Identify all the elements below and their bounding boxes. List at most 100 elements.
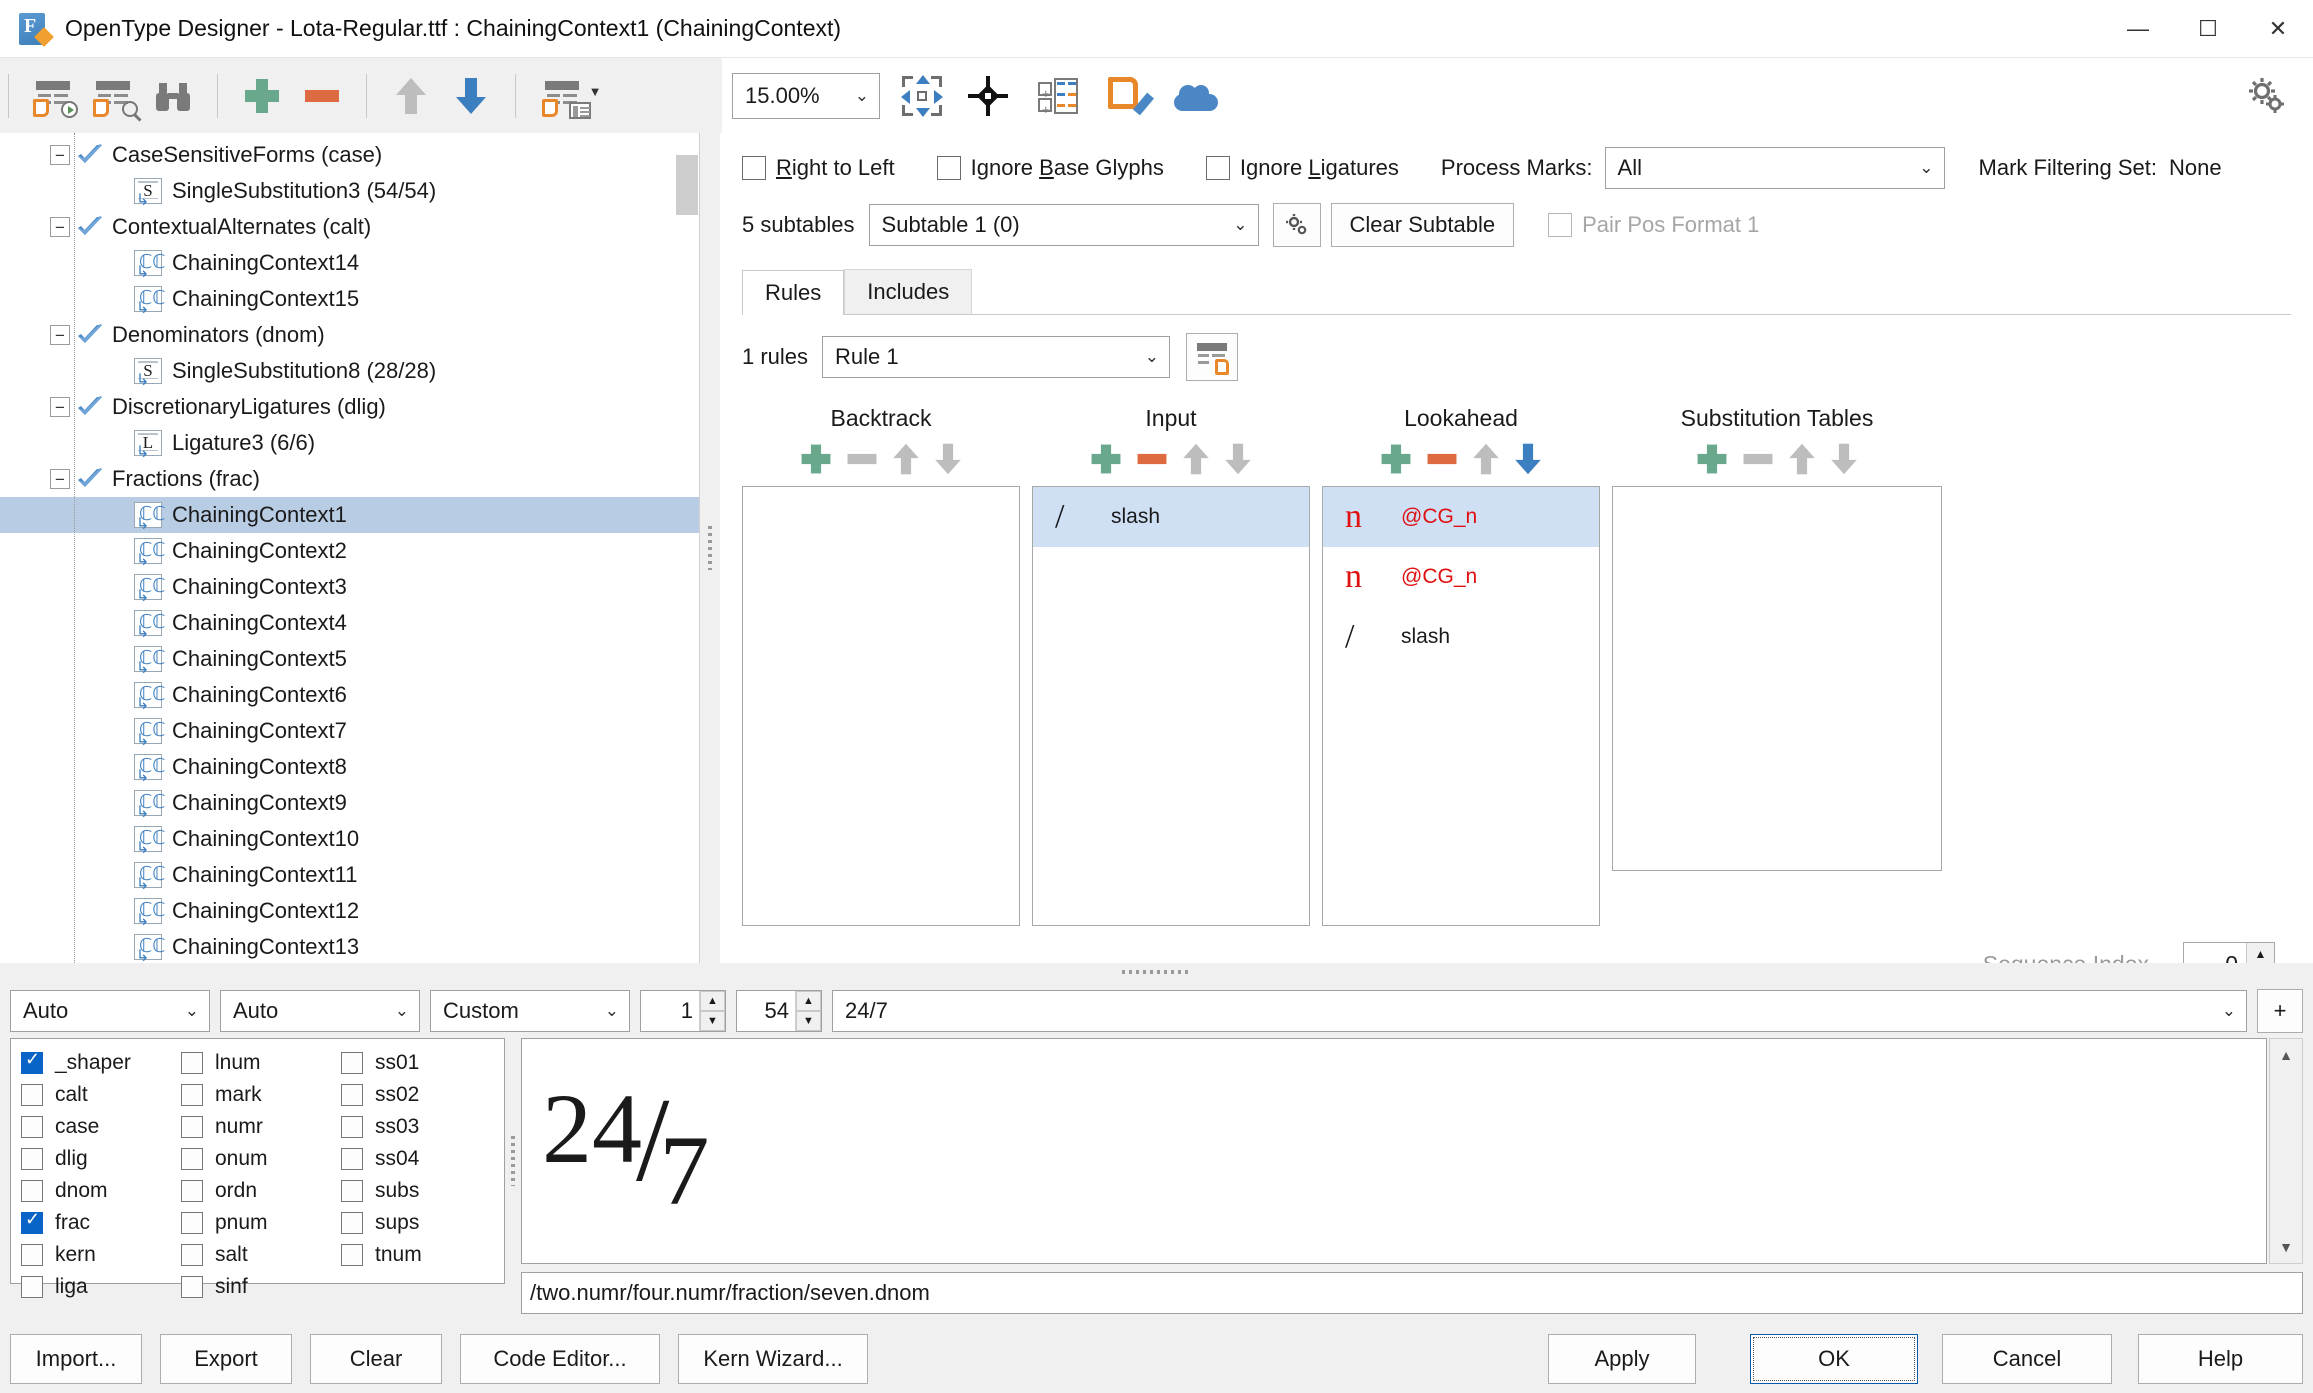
move-down-icon[interactable] [445,70,497,122]
subtable-select[interactable]: Subtable 1 (0) ⌄ [869,204,1259,246]
move-up-icon[interactable] [1789,444,1815,475]
close-button[interactable]: ✕ [2243,0,2313,58]
tree-lookup-row[interactable]: S↳SingleSubstitution3 (54/54) [0,173,699,209]
feature-checkbox[interactable] [21,1212,43,1234]
settings-icon[interactable] [2241,70,2293,122]
rule-select[interactable]: Rule 1 ⌄ [822,336,1170,378]
feature-checkbox-item[interactable]: frac [21,1207,181,1239]
feature-checkbox-item[interactable]: case [21,1111,181,1143]
feature-checkbox-list[interactable]: _shapercaltcasedligdnomfrackernligalnumm… [10,1038,505,1284]
feature-checkbox-item[interactable]: tnum [341,1239,501,1271]
table-play-icon[interactable] [27,70,79,122]
remove-icon[interactable] [296,70,348,122]
feature-checkbox-item[interactable]: numr [181,1111,341,1143]
zoom-select[interactable]: 15.00% ⌄ [732,73,880,119]
vertical-splitter[interactable] [700,133,720,963]
tree-expander-icon[interactable]: − [50,397,70,417]
sequence-index-up[interactable]: ▲ [2247,943,2274,964]
feature-checkbox[interactable] [21,1116,43,1138]
tree-lookup-row[interactable]: ℂℂ↳ChainingContext13 [0,929,699,963]
ignore-ligatures-checkbox[interactable] [1206,156,1230,180]
tree-lookup-row[interactable]: ℂℂ↳ChainingContext11 [0,857,699,893]
sample-text-combo[interactable]: 24/7 ⌄ [832,990,2247,1032]
feature-checkbox-item[interactable]: subs [341,1175,501,1207]
tree-lookup-row[interactable]: L↳Ligature3 (6/6) [0,425,699,461]
move-down-icon[interactable] [1225,444,1251,475]
center-icon[interactable] [962,70,1014,122]
move-down-icon[interactable] [1515,444,1541,475]
feature-checkbox-item[interactable]: pnum [181,1207,341,1239]
horizontal-splitter[interactable] [0,963,2313,981]
script-select[interactable]: Auto ⌄ [10,990,210,1032]
feature-checkbox-item[interactable]: dlig [21,1143,181,1175]
feature-checkbox-item[interactable]: liga [21,1271,181,1303]
number1-up[interactable]: ▲ [700,991,725,1011]
feature-checkbox[interactable] [21,1244,43,1266]
tree-lookup-row[interactable]: ℂℂ↳ChainingContext12 [0,893,699,929]
ignore-base-glyphs-checkbox[interactable] [937,156,961,180]
move-up-icon[interactable] [1473,444,1499,475]
feature-checkbox-item[interactable]: mark [181,1079,341,1111]
add-icon[interactable] [1382,445,1411,474]
tree-lookup-row[interactable]: ℂℂ↳ChainingContext14 [0,245,699,281]
feature-checkbox-item[interactable]: sinf [181,1271,341,1303]
tree-lookup-row[interactable]: ℂℂ↳ChainingContext8 [0,749,699,785]
table-search-icon[interactable] [87,70,139,122]
tab-includes[interactable]: Includes [844,269,972,314]
tab-rules[interactable]: Rules [742,270,844,315]
number2-stepper[interactable]: 54 ▲▼ [736,990,822,1032]
kern-wizard-button[interactable]: Kern Wizard... [678,1334,868,1384]
feature-checkbox[interactable] [181,1276,203,1298]
feature-preview-splitter[interactable] [505,1038,521,1284]
tree-lookup-row[interactable]: ℂℂ↳ChainingContext7 [0,713,699,749]
number1-down[interactable]: ▼ [700,1011,725,1031]
code-editor-button[interactable]: Code Editor... [460,1334,660,1384]
feature-checkbox-item[interactable]: ss01 [341,1047,501,1079]
fit-to-window-icon[interactable] [896,70,948,122]
feature-checkbox[interactable] [341,1116,363,1138]
right-to-left-checkbox[interactable] [742,156,766,180]
tree-lookup-row[interactable]: ℂℂ↳ChainingContext3 [0,569,699,605]
tree-expander-icon[interactable]: − [50,145,70,165]
subtable-settings-icon[interactable] [1273,203,1321,247]
tree-expander-icon[interactable]: − [50,217,70,237]
feature-checkbox[interactable] [341,1244,363,1266]
feature-checkbox[interactable] [181,1244,203,1266]
rule-glyph-list[interactable]: /slash [1032,486,1310,926]
add-icon[interactable] [802,445,831,474]
apply-button[interactable]: Apply [1548,1334,1696,1384]
feature-checkbox[interactable] [341,1148,363,1170]
feature-checkbox[interactable] [21,1180,43,1202]
minimize-button[interactable]: — [2103,0,2173,58]
feature-checkbox[interactable] [181,1116,203,1138]
tree-scrollbar-thumb[interactable] [676,155,698,215]
feature-checkbox-item[interactable]: ss02 [341,1079,501,1111]
feature-checkbox[interactable] [181,1148,203,1170]
tree-expander-icon[interactable]: − [50,325,70,345]
feature-checkbox-item[interactable]: lnum [181,1047,341,1079]
feature-checkbox-item[interactable]: dnom [21,1175,181,1207]
help-button[interactable]: Help [2138,1334,2303,1384]
add-icon[interactable] [1092,445,1121,474]
feature-checkbox-item[interactable]: salt [181,1239,341,1271]
mode-select[interactable]: Custom ⌄ [430,990,630,1032]
cancel-button[interactable]: Cancel [1942,1334,2112,1384]
feature-checkbox[interactable] [21,1276,43,1298]
lookup-tree[interactable]: −CaseSensitiveForms (case)S↳SingleSubsti… [0,133,699,963]
add-icon[interactable] [1698,445,1727,474]
clear-button[interactable]: Clear [310,1334,442,1384]
feature-checkbox[interactable] [341,1084,363,1106]
clear-subtable-button[interactable]: Clear Subtable [1331,203,1515,247]
remove-icon[interactable] [848,454,877,464]
glyph-list-item[interactable]: n@CG_n [1323,547,1599,607]
remove-icon[interactable] [1744,454,1773,464]
feature-checkbox[interactable] [21,1084,43,1106]
tree-feature-row[interactable]: −DiscretionaryLigatures (dlig) [0,389,699,425]
add-sample-button[interactable]: + [2257,989,2303,1033]
move-up-icon[interactable] [1183,444,1209,475]
grid-table-icon[interactable]: + + [1032,70,1084,122]
feature-checkbox-item[interactable]: ordn [181,1175,341,1207]
number1-stepper[interactable]: 1 ▲▼ [640,990,726,1032]
maximize-button[interactable]: ☐ [2173,0,2243,58]
feature-checkbox-item[interactable]: _shaper [21,1047,181,1079]
